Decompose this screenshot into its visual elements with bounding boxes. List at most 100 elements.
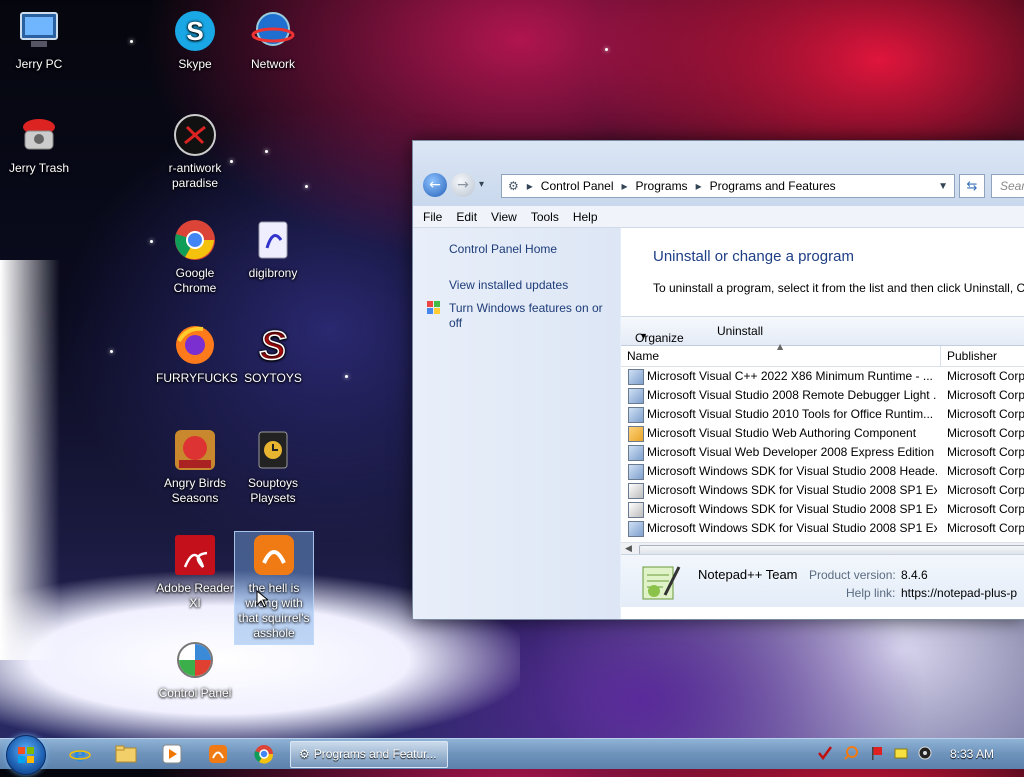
taskbar-chrome[interactable] <box>244 742 284 766</box>
desktop-icon-furryfucks[interactable]: FURRYFUCKS <box>156 322 238 386</box>
menu-view[interactable]: View <box>491 210 517 224</box>
installer-icon <box>628 388 644 404</box>
desktop-icon-jerry-trash[interactable]: Jerry Trash <box>0 112 78 176</box>
sort-ascending-icon: ▲ <box>777 342 784 351</box>
recent-pages-dropdown-icon[interactable]: ▾ <box>479 179 484 190</box>
program-row[interactable]: Microsoft Windows SDK for Visual Studio … <box>621 462 1024 481</box>
program-row[interactable]: Microsoft Visual Studio Web Authoring Co… <box>621 424 1024 443</box>
svg-text:S: S <box>186 16 203 46</box>
breadcrumb-programs-and-features[interactable]: Programs and Features <box>710 179 836 193</box>
taskbar-task-label: Programs and Featur... <box>313 747 437 761</box>
taskbar-internet-explorer[interactable]: e <box>60 742 100 766</box>
breadcrumb-programs[interactable]: Programs <box>636 179 688 193</box>
computer-icon <box>16 8 62 54</box>
firefox-icon <box>172 322 218 368</box>
windows-features-shield-icon <box>427 301 441 315</box>
svg-text:S: S <box>260 324 287 367</box>
refresh-button[interactable]: ⇆ <box>959 174 985 198</box>
desktop-icon-google-chrome[interactable]: Google Chrome <box>156 217 234 296</box>
publisher-name: Notepad++ Team <box>698 567 798 582</box>
folder-icon <box>115 745 137 763</box>
menu-file[interactable]: File <box>423 210 442 224</box>
breadcrumb-separator-icon: ▸ <box>526 179 533 193</box>
desktop-icon-control-panel[interactable]: Control Panel <box>156 637 234 701</box>
publisher-column-header[interactable]: Publisher <box>947 349 997 363</box>
turn-windows-features-link[interactable]: Turn Windows features on or off <box>449 301 609 331</box>
menu-edit[interactable]: Edit <box>456 210 477 224</box>
address-dropdown-icon[interactable]: ▼ <box>938 181 948 192</box>
tray-checkmark-icon[interactable] <box>818 746 833 761</box>
desktop-icon-r-antiwork[interactable]: r-antiwork paradise <box>156 112 234 191</box>
desktop-icon-digibrony[interactable]: digibrony <box>234 217 312 281</box>
program-row[interactable]: Microsoft Windows SDK for Visual Studio … <box>621 481 1024 500</box>
installer-icon <box>628 445 644 461</box>
help-link-value[interactable]: https://notepad-plus-p <box>901 586 1017 600</box>
address-bar[interactable]: ⚙ ▸ Control Panel ▸ Programs ▸ Programs … <box>501 174 955 198</box>
control-panel-home-link[interactable]: Control Panel Home <box>449 242 557 257</box>
uninstall-button[interactable]: Uninstall <box>717 324 763 338</box>
control-panel-icon <box>172 637 218 683</box>
forward-button[interactable]: → <box>451 173 475 197</box>
program-row[interactable]: Microsoft Visual C++ 2022 X86 Minimum Ru… <box>621 367 1024 386</box>
souptoys-icon <box>250 427 296 473</box>
desktop-icon-network[interactable]: Network <box>234 8 312 72</box>
tray-message-icon[interactable] <box>894 746 908 760</box>
menu-tools[interactable]: Tools <box>531 210 559 224</box>
program-row[interactable]: Microsoft Visual Studio 2010 Tools for O… <box>621 405 1024 424</box>
start-button[interactable] <box>6 735 46 775</box>
tray-search-icon[interactable] <box>844 746 858 760</box>
internet-explorer-icon: e <box>69 743 91 765</box>
forward-arrow-icon: → <box>457 177 469 193</box>
chevron-down-icon: ▼ <box>639 331 648 341</box>
breadcrumb-separator-icon: ▸ <box>695 179 702 193</box>
taskbar-media-player[interactable] <box>152 742 192 766</box>
search-input[interactable]: Search Pr <box>991 174 1024 198</box>
taskbar-programs-and-features[interactable]: ⚙ Programs and Featur... <box>290 741 448 768</box>
taskbar-explorer[interactable] <box>106 742 146 766</box>
scroll-left-icon[interactable]: ◀ <box>625 544 632 554</box>
tray-flag-icon[interactable] <box>870 746 884 760</box>
wallpaper-star <box>130 40 133 43</box>
chrome-icon <box>172 217 218 263</box>
programs-list[interactable]: Name ▲ Publisher Microsoft Visual C++ 20… <box>621 342 1024 566</box>
name-column-header[interactable]: Name <box>627 349 659 363</box>
svg-text:e: e <box>74 743 87 765</box>
taskbar: e ⚙ Programs and Featur... 8:33 AM <box>0 735 1024 775</box>
desktop-icon-adobe-reader[interactable]: Adobe Reader XI <box>156 532 234 611</box>
desktop-icon-skype[interactable]: S Skype <box>156 8 234 72</box>
column-divider[interactable] <box>940 346 941 366</box>
back-arrow-icon: ← <box>429 177 441 193</box>
system-clock[interactable]: 8:33 AM <box>950 747 994 761</box>
uc-browser-icon <box>251 532 297 578</box>
program-row[interactable]: Microsoft Visual Studio 2008 Remote Debu… <box>621 386 1024 405</box>
desktop-icon-jerry-pc[interactable]: Jerry PC <box>0 8 78 72</box>
address-row: ← → ▾ ⚙ ▸ Control Panel ▸ Programs ▸ Pro… <box>423 173 1024 199</box>
desktop-icon-souptoys[interactable]: Souptoys Playsets <box>234 427 312 506</box>
back-button[interactable]: ← <box>423 173 447 197</box>
angry-birds-icon <box>172 427 218 473</box>
installer-icon <box>628 369 644 385</box>
view-installed-updates-link[interactable]: View installed updates <box>449 278 568 293</box>
media-player-icon <box>162 744 182 764</box>
page-description: To uninstall a program, select it from t… <box>653 281 1024 295</box>
breadcrumb-control-panel[interactable]: Control Panel <box>541 179 614 193</box>
desktop-icon-soytoys[interactable]: S SOYTOYS <box>234 322 312 386</box>
main-content: Uninstall or change a program To uninsta… <box>621 228 1024 619</box>
page-title: Uninstall or change a program <box>653 248 854 265</box>
desktop-icon-squirrel[interactable]: the hell is wrong with that squirrel's a… <box>234 531 314 645</box>
programs-features-window[interactable]: ← → ▾ ⚙ ▸ Control Panel ▸ Programs ▸ Pro… <box>412 140 1024 620</box>
tray-volume-icon[interactable] <box>918 746 932 760</box>
installer-icon <box>628 464 644 480</box>
command-bar: Organize ▼ Uninstall <box>621 316 1024 346</box>
program-row[interactable]: Microsoft Windows SDK for Visual Studio … <box>621 519 1024 538</box>
web-authoring-icon <box>628 426 644 442</box>
program-row[interactable]: Microsoft Visual Web Developer 2008 Expr… <box>621 443 1024 462</box>
menu-help[interactable]: Help <box>573 210 598 224</box>
uc-browser-icon <box>209 745 227 763</box>
program-row[interactable]: Microsoft Windows SDK for Visual Studio … <box>621 500 1024 519</box>
refresh-icon: ⇆ <box>966 178 978 194</box>
desktop-icon-angry-birds[interactable]: Angry Birds Seasons <box>156 427 234 506</box>
help-link-label: Help link: <box>846 586 896 600</box>
chrome-icon <box>254 745 274 764</box>
taskbar-uc-browser[interactable] <box>198 742 238 766</box>
